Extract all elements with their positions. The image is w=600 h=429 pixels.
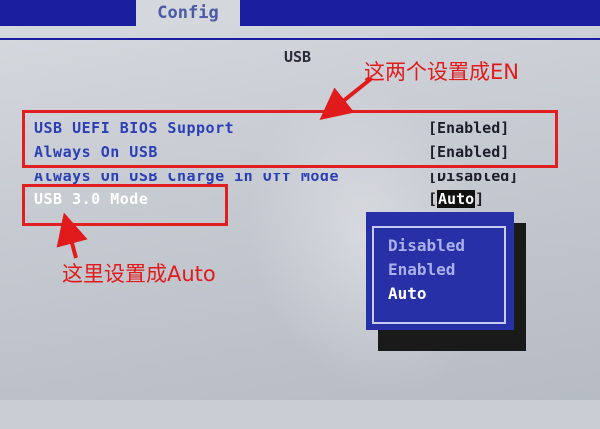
annotation-top: 这两个设置成EN [364, 60, 519, 84]
arrow-bottom [56, 212, 88, 259]
annotation-bottom: 这里设置成Auto [62, 262, 216, 286]
bios-screen: Config USB USB UEFI BIOS Support [Enable… [0, 0, 600, 429]
